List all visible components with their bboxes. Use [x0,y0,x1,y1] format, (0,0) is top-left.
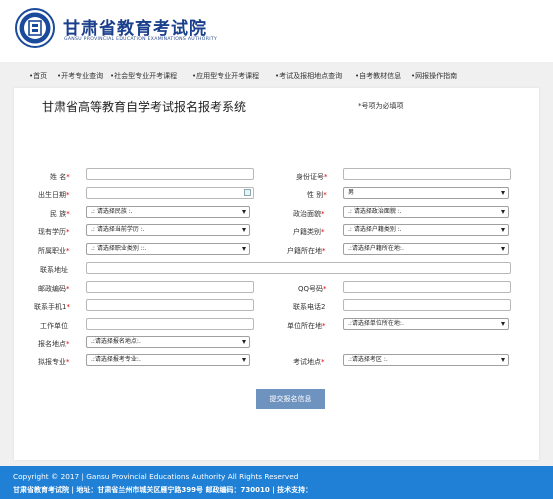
exam-site-label: 报名地点* [38,340,70,348]
calendar-icon[interactable] [244,189,251,196]
nav-textbooks[interactable]: •自考教材信息 [355,71,401,81]
chevron-down-icon [242,210,246,214]
mobile-field[interactable] [86,299,254,311]
chevron-down-icon [501,210,505,214]
occupation-label: 所属职业* [38,247,70,255]
work-location-select[interactable]: .:请选择单位所在地:. [343,318,509,330]
chevron-down-icon [501,247,505,251]
address-label: 联系地址 [40,266,68,274]
chevron-down-icon [242,358,246,362]
work-unit-label: 工作单位 [40,322,68,330]
nav-social-courses[interactable]: •社会型专业开考课程 [110,71,177,81]
footer-contact: 甘肃省教育考试院 | 地址：甘肃省兰州市城关区雁宁路399号 邮政编码：7300… [13,486,313,494]
nav-home[interactable]: •首页 [29,71,47,81]
chevron-down-icon [501,322,505,326]
ethnicity-label: 民 族* [50,210,70,218]
exam-area-label: 考试地点* [293,358,325,366]
occupation-select[interactable]: .: 请选择职业类别 ::. [86,243,250,255]
education-label: 现有学历* [38,228,70,236]
exam-area-select[interactable]: .:请选择考区 :. [343,354,509,366]
nav-applied-courses[interactable]: •应用型专业开考课程 [192,71,259,81]
page-title: 甘肃省高等教育自学考试报名报考系统 [42,100,247,114]
chevron-down-icon [242,228,246,232]
phone2-field[interactable] [343,299,511,311]
name-label: 姓 名* [50,173,70,181]
work-location-label: 单位所在地* [287,322,326,330]
exam-authority-seal-icon [15,8,55,48]
submit-button[interactable]: 提交报名信息 [256,389,325,409]
id-number-label: 身份证号* [296,173,328,181]
address-field[interactable] [86,262,511,274]
qq-field[interactable] [343,281,511,293]
gender-select[interactable]: 男 [343,187,509,199]
ethnicity-select[interactable]: .: 请选择民族 :. [86,206,250,218]
chevron-down-icon [501,228,505,232]
chevron-down-icon [242,340,246,344]
id-number-field[interactable] [343,168,511,180]
major-label: 拟报专业* [38,358,70,366]
hukou-type-select[interactable]: .: 请选择户籍类别 :. [343,224,509,236]
postal-code-field[interactable] [86,281,254,293]
postal-code-label: 邮政编码* [38,285,70,293]
chevron-down-icon [501,358,505,362]
site-header: 甘肃省教育考试院 GANSU PROVINCIAL EDUCATION EXAM… [0,0,553,62]
hukou-type-label: 户籍类别* [293,228,325,236]
gender-label: 性 别* [307,191,327,199]
footer-copyright: Copyright © 2017 | Gansu Provincial Educ… [13,472,299,481]
work-unit-field[interactable] [86,318,254,330]
phone2-label: 联系电话2 [293,303,326,311]
chevron-down-icon [242,247,246,251]
exam-site-select[interactable]: .:请选择报名地点:. [86,336,250,348]
political-status-label: 政治面貌* [293,210,325,218]
nav-guide[interactable]: •网报操作指南 [411,71,457,81]
birth-date-label: 出生日期* [38,191,70,199]
political-status-select[interactable]: .: 请选择政治面貌 :. [343,206,509,218]
major-select[interactable]: .:请选择报考专业:. [86,354,250,366]
site-title: 甘肃省教育考试院 [63,19,207,39]
nav-major-query[interactable]: •开考专业查询 [57,71,103,81]
required-note: *号项为必填项 [358,102,404,110]
site-subtitle: GANSU PROVINCIAL EDUCATION EXAMINATIONS … [64,37,218,42]
hukou-location-label: 户籍所在地* [287,247,326,255]
name-field[interactable] [86,168,254,180]
qq-label: QQ号码* [298,285,327,293]
chevron-down-icon [501,191,505,195]
education-select[interactable]: .: 请选择当前学历 :. [86,224,250,236]
birth-date-field[interactable] [86,187,254,199]
mobile-label: 联系手机1* [34,303,70,311]
nav-exam-site-query[interactable]: •考试及报相地点查询 [275,71,342,81]
hukou-location-select[interactable]: .:请选择户籍所在地:. [343,243,509,255]
top-nav: •首页 •开考专业查询 •社会型专业开考课程 •应用型专业开考课程 •考试及报相… [0,62,553,88]
